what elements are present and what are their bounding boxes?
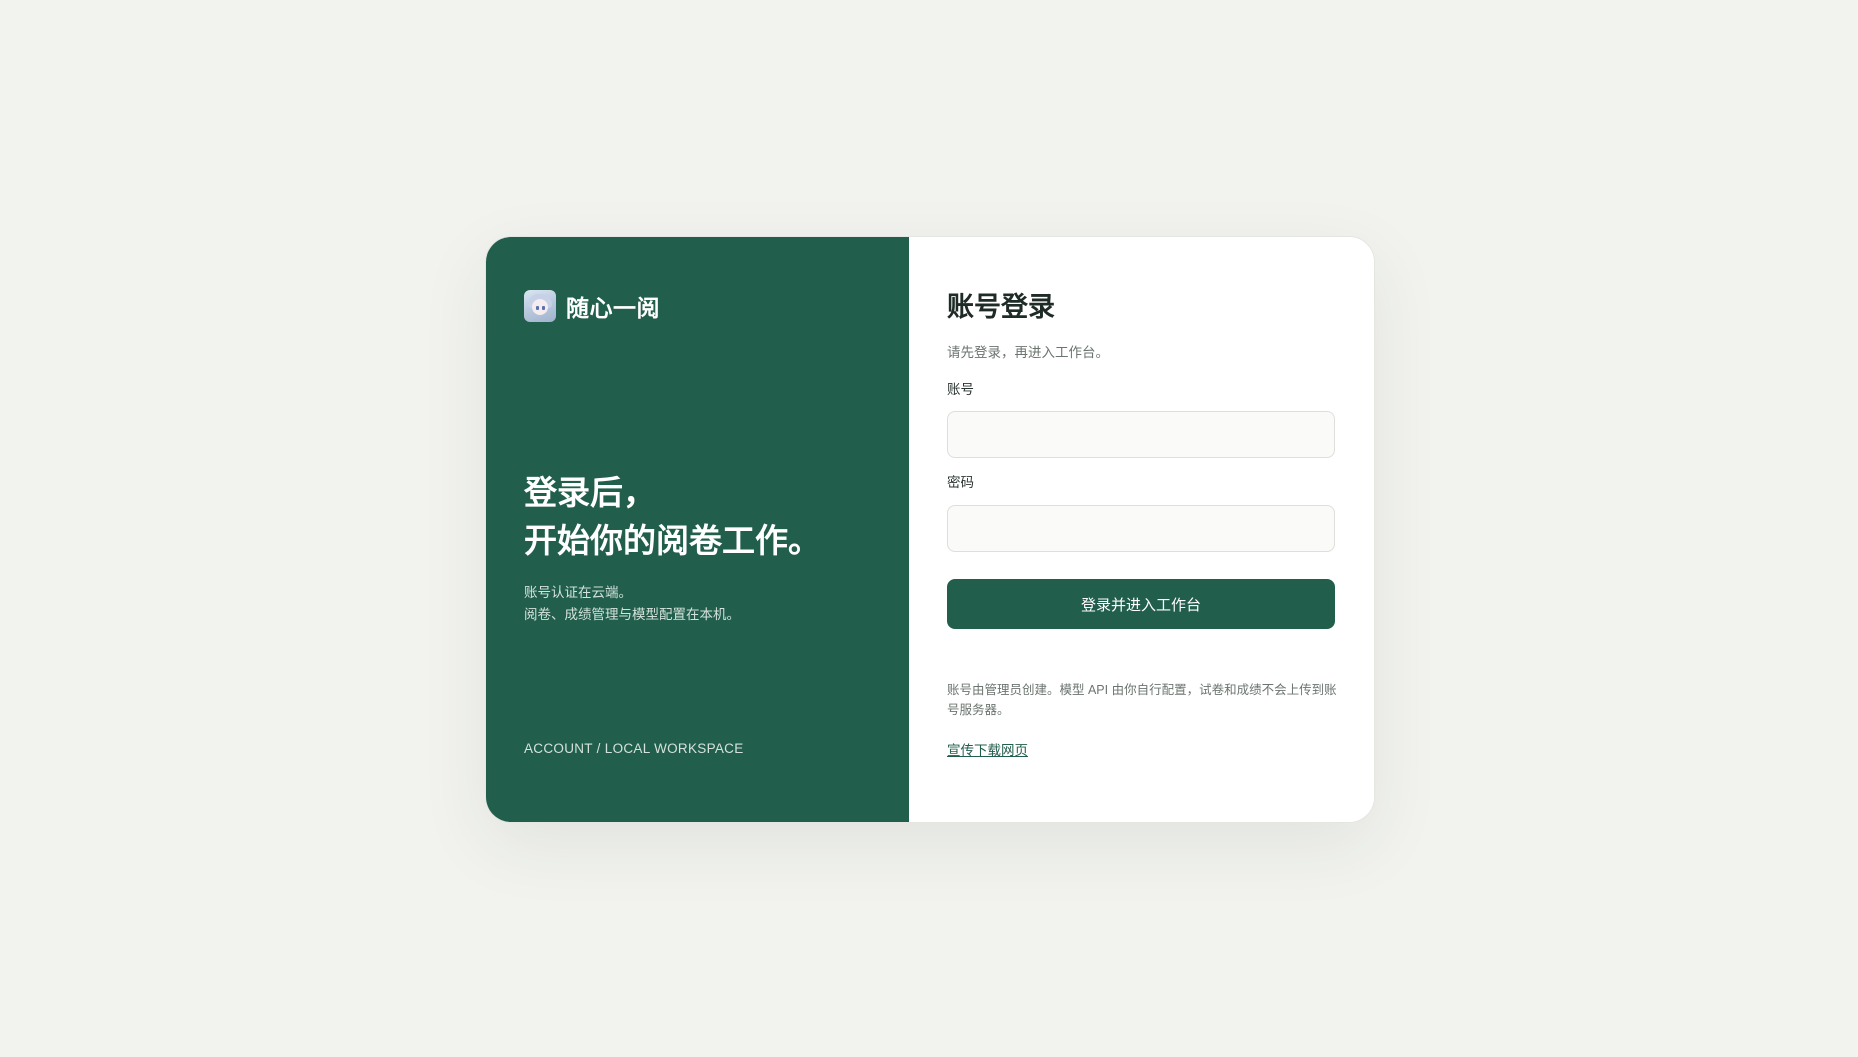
brand-header: 随心一阅 — [524, 289, 660, 323]
login-card: 随心一阅 登录后， 开始你的阅卷工作。 账号认证在云端。 阅卷、成绩管理与模型配… — [485, 236, 1375, 823]
hero-desc-line2: 阅卷、成绩管理与模型配置在本机。 — [524, 607, 740, 622]
login-subtitle: 请先登录，再进入工作台。 — [947, 345, 1109, 360]
download-page-link[interactable]: 宣传下载网页 — [947, 739, 1028, 759]
hero-description: 账号认证在云端。 阅卷、成绩管理与模型配置在本机。 — [524, 582, 740, 626]
login-title: 账号登录 — [947, 292, 1055, 322]
hero-headline-line1: 登录后， — [524, 474, 656, 511]
account-note: 账号由管理员创建。模型 API 由你自行配置，试卷和成绩不会上传到账号服务器。 — [947, 683, 1337, 717]
account-label: 账号 — [947, 382, 974, 397]
login-submit-button[interactable]: 登录并进入工作台 — [947, 579, 1335, 629]
brand-name: 随心一阅 — [566, 295, 660, 321]
password-label: 密码 — [947, 475, 974, 490]
brand-panel: 随心一阅 登录后， 开始你的阅卷工作。 账号认证在云端。 阅卷、成绩管理与模型配… — [486, 237, 909, 822]
anime-avatar-logo-icon — [524, 290, 556, 322]
account-input[interactable] — [947, 411, 1335, 458]
hero-headline-line2: 开始你的阅卷工作。 — [524, 522, 821, 559]
password-input[interactable] — [947, 505, 1335, 552]
hero-desc-line1: 账号认证在云端。 — [524, 585, 632, 600]
login-form-panel: 账号登录 请先登录，再进入工作台。 账号 密码 登录并进入工作台 账号由管理员创… — [909, 237, 1374, 822]
workspace-tag: ACCOUNT / LOCAL WORKSPACE — [524, 741, 744, 756]
hero-headline: 登录后， 开始你的阅卷工作。 — [524, 469, 821, 565]
